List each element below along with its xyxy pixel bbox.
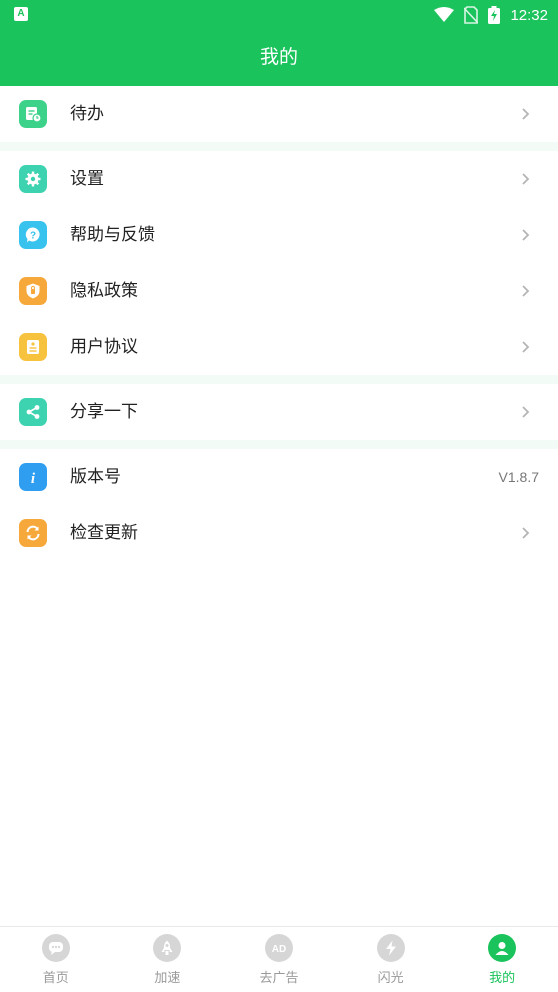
tab-flash[interactable]: 闪光	[335, 927, 447, 992]
row-label: 设置	[70, 169, 104, 189]
chevron-right-icon	[522, 173, 530, 185]
notification-a-icon: A	[14, 7, 28, 21]
row-share[interactable]: 分享一下	[0, 384, 558, 440]
svg-text:?: ?	[30, 231, 36, 242]
chevron-right-icon	[522, 406, 530, 418]
section-divider	[0, 440, 558, 449]
row-label: 分享一下	[70, 402, 138, 422]
rocket-icon	[153, 934, 182, 962]
chevron-right-icon	[522, 285, 530, 297]
settings-list: 待办 设置 ? 帮助与反馈 隐私政策 用户协议 分享一下 i 版本号 V1.8.…	[0, 86, 558, 561]
bottom-tab-bar: 首页 加速 AD 去广告 闪光 我的	[0, 926, 558, 992]
row-version: i 版本号 V1.8.7	[0, 449, 558, 505]
chevron-right-icon	[522, 229, 530, 241]
app-bar: 我的	[0, 29, 558, 86]
refresh-icon	[19, 519, 47, 547]
row-label: 检查更新	[70, 523, 138, 543]
info-icon: i	[19, 463, 47, 491]
tab-home[interactable]: 首页	[0, 927, 112, 992]
chevron-right-icon	[522, 108, 530, 120]
tab-label: 闪光	[377, 971, 404, 986]
page-title: 我的	[259, 46, 298, 68]
tab-label: 我的	[489, 971, 516, 986]
row-label: 帮助与反馈	[70, 225, 155, 245]
row-todo[interactable]: 待办	[0, 86, 558, 142]
section-divider	[0, 375, 558, 384]
lightning-icon	[376, 934, 405, 962]
no-sim-icon	[464, 6, 479, 24]
svg-text:i: i	[31, 471, 36, 486]
battery-charging-icon	[488, 6, 501, 24]
row-help-feedback[interactable]: ? 帮助与反馈	[0, 207, 558, 263]
row-label: 隐私政策	[70, 281, 138, 301]
row-label: 用户协议	[70, 337, 138, 357]
tab-label: 首页	[42, 971, 69, 986]
chevron-right-icon	[522, 527, 530, 539]
todo-icon	[19, 100, 47, 128]
row-label: 版本号	[70, 467, 121, 487]
row-user-agreement[interactable]: 用户协议	[0, 319, 558, 375]
status-bar: A 12:32	[0, 0, 558, 29]
share-icon	[19, 398, 47, 426]
status-icons: 12:32	[434, 4, 548, 26]
person-icon	[488, 934, 517, 962]
tab-label: 加速	[154, 971, 181, 986]
shield-icon	[19, 277, 47, 305]
row-privacy-policy[interactable]: 隐私政策	[0, 263, 558, 319]
chevron-right-icon	[522, 341, 530, 353]
version-number: V1.8.7	[498, 469, 539, 485]
tab-mine[interactable]: 我的	[446, 927, 558, 992]
wifi-icon	[434, 7, 455, 22]
tab-remove-ads[interactable]: AD 去广告	[223, 927, 335, 992]
ad-icon: AD	[264, 934, 293, 962]
help-icon: ?	[19, 221, 47, 249]
row-label: 待办	[70, 104, 104, 124]
svg-text:AD: AD	[272, 944, 286, 955]
status-time: 12:32	[510, 6, 548, 24]
document-icon	[19, 333, 47, 361]
section-divider	[0, 142, 558, 151]
row-settings[interactable]: 设置	[0, 151, 558, 207]
row-check-update[interactable]: 检查更新	[0, 505, 558, 561]
chat-icon	[41, 934, 70, 962]
gear-icon	[19, 165, 47, 193]
tab-speedup[interactable]: 加速	[112, 927, 224, 992]
tab-label: 去广告	[259, 971, 299, 986]
